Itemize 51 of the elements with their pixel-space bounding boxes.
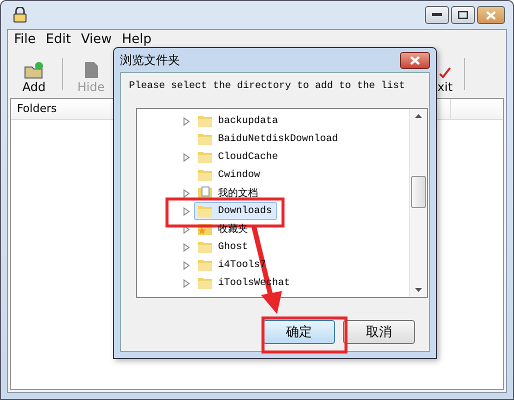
menu-item[interactable]: Help bbox=[122, 32, 152, 46]
dialog-button[interactable]: 取消 bbox=[343, 320, 415, 344]
maximize-icon bbox=[458, 11, 468, 19]
menu-item[interactable]: File bbox=[14, 32, 36, 46]
document-icon bbox=[82, 61, 100, 79]
tree-item[interactable]: CloudCache bbox=[194, 148, 284, 166]
expand-arrow-icon[interactable] bbox=[183, 224, 190, 234]
scroll-up-icon[interactable] bbox=[415, 114, 422, 118]
scroll-down-icon[interactable] bbox=[415, 288, 422, 292]
close-icon bbox=[409, 56, 421, 64]
toolbar-button[interactable]: Add bbox=[12, 54, 56, 94]
folder-icon bbox=[197, 240, 213, 254]
folder-icon bbox=[197, 258, 213, 272]
close-button[interactable] bbox=[400, 52, 430, 68]
folder-icon bbox=[197, 204, 213, 218]
check-icon bbox=[439, 67, 451, 79]
expand-arrow-icon[interactable] bbox=[183, 116, 190, 126]
minimize-button[interactable] bbox=[425, 6, 449, 24]
close-button[interactable] bbox=[477, 6, 505, 24]
dialog-title: 浏览文件夹 bbox=[120, 52, 180, 68]
expand-arrow-icon[interactable] bbox=[183, 188, 190, 198]
expand-arrow-icon[interactable] bbox=[183, 260, 190, 270]
minimize-icon bbox=[432, 13, 442, 17]
folder-icon bbox=[197, 150, 213, 164]
expand-arrow-icon[interactable] bbox=[183, 242, 190, 252]
tree-item[interactable]: backupdata bbox=[194, 112, 284, 130]
padlock-icon bbox=[13, 7, 27, 23]
menu-item[interactable]: View bbox=[80, 32, 112, 46]
folder-icon bbox=[197, 168, 213, 182]
close-icon bbox=[486, 10, 496, 20]
expand-arrow-icon[interactable] bbox=[183, 152, 190, 162]
expand-arrow-icon[interactable] bbox=[183, 278, 190, 288]
folder-icon bbox=[197, 276, 213, 290]
prompt-text: Please select the directory to add to the list bbox=[129, 80, 406, 94]
scrollbar[interactable] bbox=[409, 109, 427, 297]
folder-icon bbox=[197, 132, 213, 146]
folder-icon bbox=[197, 114, 213, 128]
tree-item[interactable]: 收藏夹 bbox=[194, 220, 253, 238]
expand-arrow-icon[interactable] bbox=[183, 206, 190, 216]
tree-item[interactable]: BaiduNetdiskDownload bbox=[194, 130, 344, 148]
tree-item[interactable]: Downloads bbox=[194, 202, 278, 220]
documents-folder-icon bbox=[197, 186, 213, 200]
menu-item[interactable]: Edit bbox=[46, 32, 71, 46]
folder-add-icon bbox=[24, 61, 44, 79]
tree-item[interactable]: 我的文档 bbox=[194, 184, 263, 202]
maximize-button[interactable] bbox=[451, 6, 475, 24]
tree-item[interactable]: Cwindow bbox=[194, 166, 266, 184]
tree-item[interactable]: Ghost bbox=[194, 238, 254, 256]
dialog-button[interactable]: 确定 bbox=[263, 320, 335, 344]
toolbar-button[interactable]: xit bbox=[432, 54, 458, 94]
scroll-thumb[interactable] bbox=[411, 176, 426, 208]
